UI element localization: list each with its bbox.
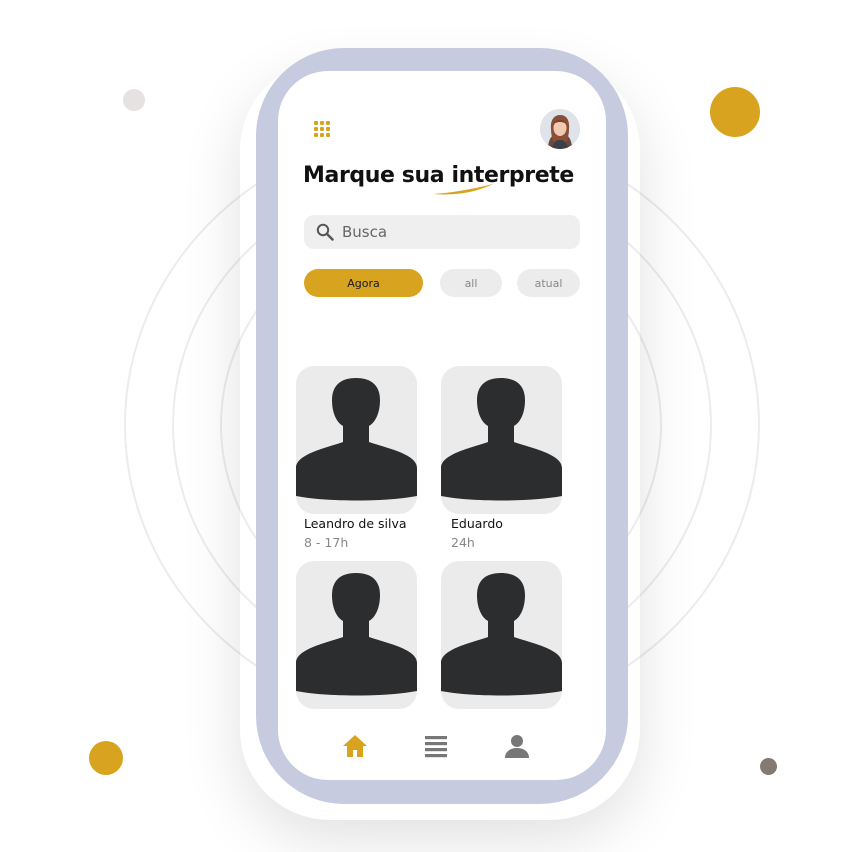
- person-silhouette-icon: [441, 378, 562, 501]
- filter-chip-all[interactable]: all: [440, 269, 502, 297]
- filter-chip-agora[interactable]: Agora: [304, 269, 423, 297]
- decor-dot-gold-small: [89, 741, 123, 775]
- title-underline-decoration: [433, 184, 493, 195]
- interpreter-hours-2: 24h: [451, 535, 475, 550]
- user-avatar[interactable]: [540, 109, 580, 149]
- list-icon[interactable]: [423, 733, 449, 759]
- interpreter-card-1[interactable]: [296, 366, 417, 514]
- decor-dot-brown: [760, 758, 777, 775]
- decor-dot-gray: [123, 89, 145, 111]
- person-silhouette-icon: [296, 573, 417, 696]
- interpreter-card-4[interactable]: [441, 561, 562, 709]
- search-input[interactable]: [342, 215, 562, 249]
- interpreter-card-2[interactable]: [441, 366, 562, 514]
- filter-chip-atual[interactable]: atual: [517, 269, 580, 297]
- search-icon: [316, 223, 334, 241]
- grid-menu-icon[interactable]: [314, 121, 330, 137]
- search-bar[interactable]: [304, 215, 580, 249]
- interpreter-hours-1: 8 - 17h: [304, 535, 349, 550]
- interpreter-card-3[interactable]: [296, 561, 417, 709]
- interpreter-name-1: Leandro de silva: [304, 516, 407, 531]
- phone-screen: Marque sua interprete Agora all atual Le…: [278, 71, 606, 780]
- person-silhouette-icon: [296, 378, 417, 501]
- interpreter-name-2: Eduardo: [451, 516, 503, 531]
- profile-icon[interactable]: [504, 733, 530, 759]
- person-silhouette-icon: [441, 573, 562, 696]
- home-icon[interactable]: [342, 733, 368, 759]
- decor-dot-gold-large: [710, 87, 760, 137]
